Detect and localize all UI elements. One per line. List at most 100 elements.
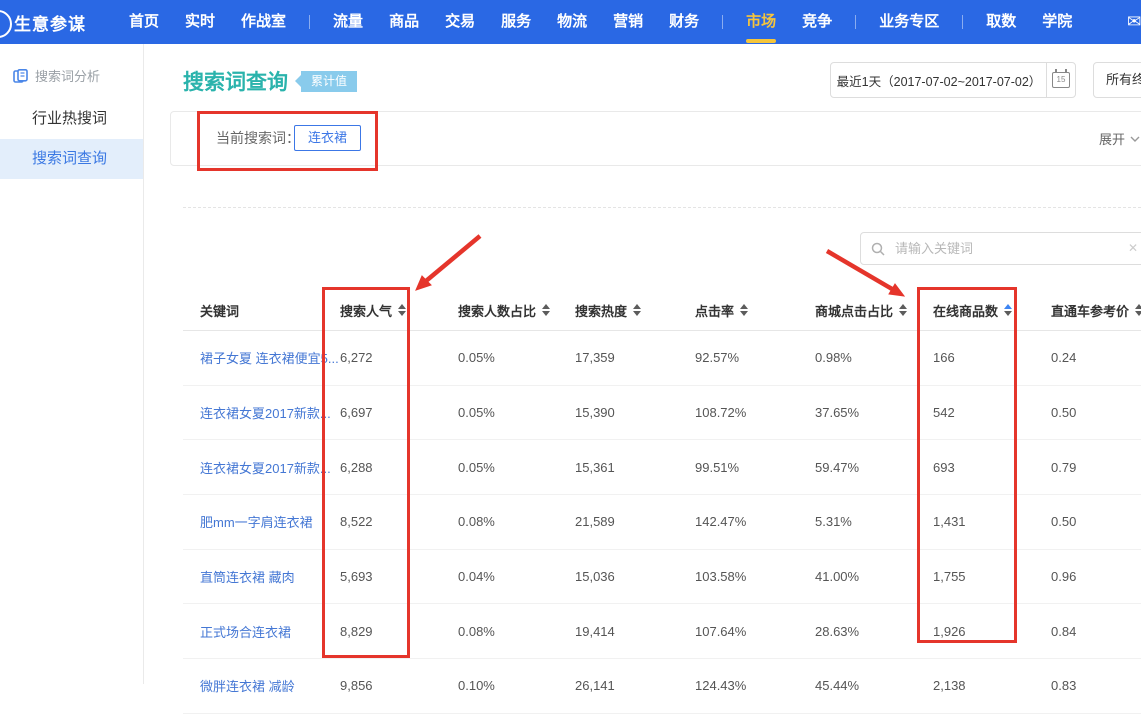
nav-item-财务[interactable]: 财务 <box>656 0 712 44</box>
nav-item-实时[interactable]: 实时 <box>172 0 228 44</box>
column-header-关键词: 关键词 <box>183 301 340 320</box>
table-row: 肥mm一字肩连衣裙8,5220.08%21,589142.47%5.31%1,4… <box>183 495 1141 550</box>
table-cell: 1,926 <box>933 624 1051 639</box>
sidebar-item-行业热搜词[interactable]: 行业热搜词 <box>0 99 143 139</box>
page-title: 搜索词查询 <box>183 66 288 96</box>
book-icon <box>13 69 28 83</box>
column-label: 搜索人数占比 <box>458 301 536 320</box>
table-row: 连衣裙女夏2017新款...6,6970.05%15,390108.72%37.… <box>183 386 1141 441</box>
nav-item-市场[interactable]: 市场 <box>733 0 789 44</box>
nav-item-首页[interactable]: 首页 <box>116 0 172 44</box>
chevron-down-icon <box>1130 136 1140 142</box>
table-cell: 0.79 <box>1051 460 1141 475</box>
keyword-table: 关键词搜索人气 搜索人数占比 搜索热度点击率商城点击占比 在线商品数 直通车参考价 裙子… <box>183 290 1141 714</box>
table-cell: 0.05% <box>458 405 575 420</box>
table-cell: 166 <box>933 350 1051 365</box>
table-cell: 6,697 <box>340 405 458 420</box>
keyword-link[interactable]: 裙子女夏 连衣裙便宜5... <box>183 348 340 367</box>
sort-icon[interactable] <box>1004 304 1012 316</box>
expand-label: 展开 <box>1099 129 1125 148</box>
top-nav: 生意参谋 首页实时作战室流量商品交易服务物流营销财务市场竞争业务专区取数学院 ✉ <box>0 0 1141 44</box>
keyword-link[interactable]: 直筒连衣裙 藏肉 <box>183 567 340 586</box>
keyword-link[interactable]: 正式场合连衣裙 <box>183 622 340 641</box>
sort-icon[interactable] <box>633 304 641 316</box>
table-cell: 0.96 <box>1051 569 1141 584</box>
table-cell: 0.50 <box>1051 405 1141 420</box>
table-cell: 693 <box>933 460 1051 475</box>
column-header-点击率[interactable]: 点击率 <box>695 301 815 320</box>
nav-divider <box>962 15 963 29</box>
expand-toggle[interactable]: 展开 <box>1099 112 1140 165</box>
column-label: 商城点击占比 <box>815 301 893 320</box>
nav-item-交易[interactable]: 交易 <box>432 0 488 44</box>
table-cell: 142.47% <box>695 514 815 529</box>
table-row: 连衣裙女夏2017新款...6,2880.05%15,36199.51%59.4… <box>183 440 1141 495</box>
nav-item-取数[interactable]: 取数 <box>973 0 1029 44</box>
table-cell: 0.24 <box>1051 350 1141 365</box>
terminal-select[interactable]: 所有终端 <box>1093 62 1141 98</box>
nav-item-商品[interactable]: 商品 <box>376 0 432 44</box>
nav-items: 首页实时作战室流量商品交易服务物流营销财务市场竞争业务专区取数学院 <box>116 0 1085 44</box>
sidebar-section-header: 搜索词分析 <box>0 44 143 99</box>
table-cell: 103.58% <box>695 569 815 584</box>
sort-icon[interactable] <box>899 304 907 316</box>
column-label: 在线商品数 <box>933 301 998 320</box>
column-label: 搜索人气 <box>340 301 392 320</box>
table-cell: 0.08% <box>458 624 575 639</box>
table-cell: 0.08% <box>458 514 575 529</box>
table-cell: 542 <box>933 405 1051 420</box>
table-cell: 59.47% <box>815 460 933 475</box>
nav-item-作战室[interactable]: 作战室 <box>228 0 299 44</box>
column-header-搜索人数占比[interactable]: 搜索人数占比 <box>458 301 575 320</box>
table-header-row: 关键词搜索人气 搜索人数占比 搜索热度点击率商城点击占比 在线商品数 直通车参考价 <box>183 290 1141 331</box>
search-icon <box>871 242 885 256</box>
table-cell: 6,272 <box>340 350 458 365</box>
current-term-tag[interactable]: 连衣裙 <box>294 125 361 151</box>
nav-item-业务专区[interactable]: 业务专区 <box>866 0 952 44</box>
table-cell: 0.84 <box>1051 624 1141 639</box>
brand-logo-icon <box>0 10 12 38</box>
keyword-link[interactable]: 连衣裙女夏2017新款... <box>183 458 340 477</box>
nav-item-竞争[interactable]: 竞争 <box>789 0 845 44</box>
sort-icon[interactable] <box>740 304 748 316</box>
column-header-直通车参考价[interactable]: 直通车参考价 <box>1051 301 1141 320</box>
table-row: 微胖连衣裙 减龄9,8560.10%26,141124.43%45.44%2,1… <box>183 659 1141 714</box>
clear-icon[interactable]: ✕ <box>1128 241 1138 255</box>
table-cell: 0.98% <box>815 350 933 365</box>
column-header-搜索人气[interactable]: 搜索人气 <box>340 301 458 320</box>
table-cell: 92.57% <box>695 350 815 365</box>
column-header-在线商品数[interactable]: 在线商品数 <box>933 301 1051 320</box>
table-cell: 15,390 <box>575 405 695 420</box>
nav-item-营销[interactable]: 营销 <box>600 0 656 44</box>
table-cell: 0.05% <box>458 460 575 475</box>
table-cell: 5.31% <box>815 514 933 529</box>
column-label: 直通车参考价 <box>1051 301 1129 320</box>
column-header-搜索热度[interactable]: 搜索热度 <box>575 301 695 320</box>
table-cell: 0.83 <box>1051 678 1141 693</box>
table-cell: 9,856 <box>340 678 458 693</box>
column-header-商城点击占比[interactable]: 商城点击占比 <box>815 301 933 320</box>
table-cell: 28.63% <box>815 624 933 639</box>
section-divider <box>183 207 1141 208</box>
sort-icon[interactable] <box>1135 304 1141 316</box>
nav-item-流量[interactable]: 流量 <box>320 0 376 44</box>
keyword-link[interactable]: 微胖连衣裙 减龄 <box>183 676 340 695</box>
date-range-picker[interactable]: 最近1天（2017-07-02~2017-07-02） <box>830 62 1048 98</box>
table-cell: 5,693 <box>340 569 458 584</box>
nav-item-物流[interactable]: 物流 <box>544 0 600 44</box>
sort-icon[interactable] <box>542 304 550 316</box>
sidebar-section-label: 搜索词分析 <box>35 66 100 85</box>
table-row: 正式场合连衣裙8,8290.08%19,414107.64%28.63%1,92… <box>183 604 1141 659</box>
sidebar-item-搜索词查询[interactable]: 搜索词查询 <box>0 139 143 179</box>
mail-icon[interactable]: ✉ <box>1127 12 1141 32</box>
table-cell: 124.43% <box>695 678 815 693</box>
sort-icon[interactable] <box>398 304 406 316</box>
table-cell: 0.04% <box>458 569 575 584</box>
calendar-button[interactable]: 15 <box>1046 62 1076 98</box>
keyword-link[interactable]: 肥mm一字肩连衣裙 <box>183 512 340 531</box>
keyword-search-input[interactable] <box>893 240 1141 257</box>
nav-item-学院[interactable]: 学院 <box>1029 0 1085 44</box>
nav-item-服务[interactable]: 服务 <box>488 0 544 44</box>
table-cell: 1,755 <box>933 569 1051 584</box>
keyword-link[interactable]: 连衣裙女夏2017新款... <box>183 403 340 422</box>
